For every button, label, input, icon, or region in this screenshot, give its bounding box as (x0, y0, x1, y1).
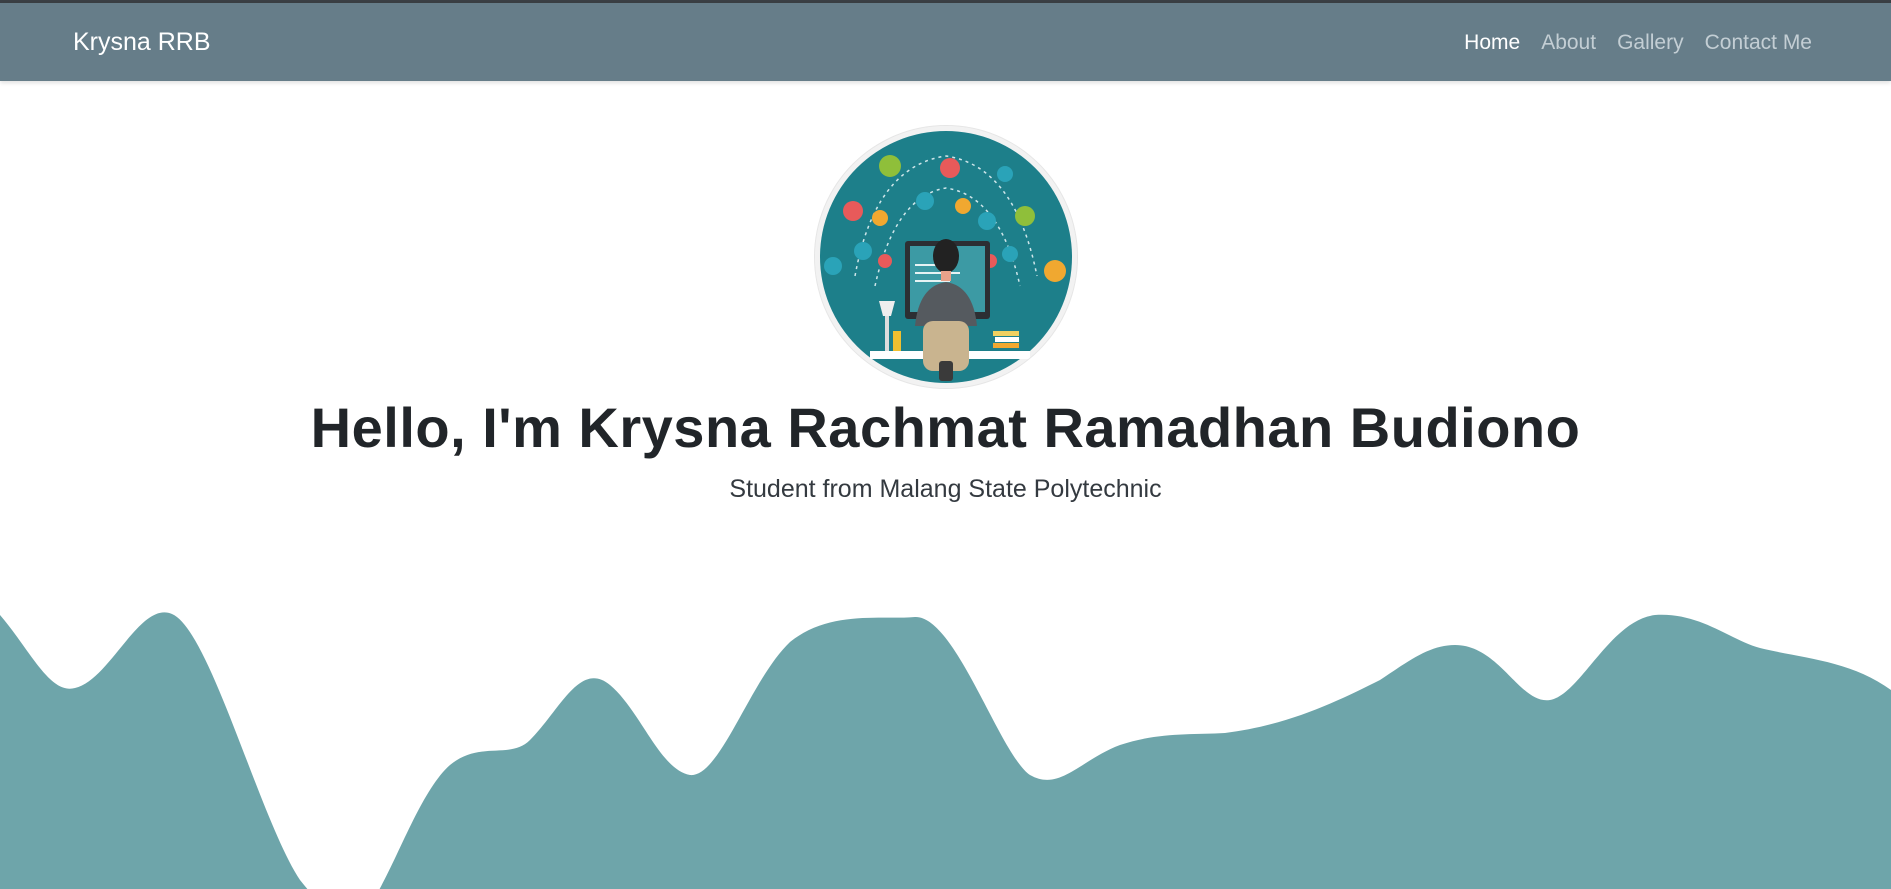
nav-contact-link[interactable]: Contact Me (1705, 31, 1812, 55)
page-title: Hello, I'm Krysna Rachmat Ramadhan Budio… (310, 396, 1581, 459)
decorative-wave (0, 612, 1891, 889)
profile-avatar (815, 126, 1077, 388)
nav-home-link[interactable]: Home (1464, 31, 1520, 55)
page-subtitle: Student from Malang State Polytechnic (729, 475, 1162, 503)
navbar: Krysna RRB Home About Gallery Contact Me (0, 3, 1891, 81)
developer-illustration-icon (815, 126, 1077, 388)
brand-link[interactable]: Krysna RRB (73, 28, 211, 57)
nav-about-link[interactable]: About (1541, 31, 1596, 55)
nav-gallery-link[interactable]: Gallery (1617, 31, 1684, 55)
nav-links: Home About Gallery Contact Me (1443, 31, 1812, 55)
